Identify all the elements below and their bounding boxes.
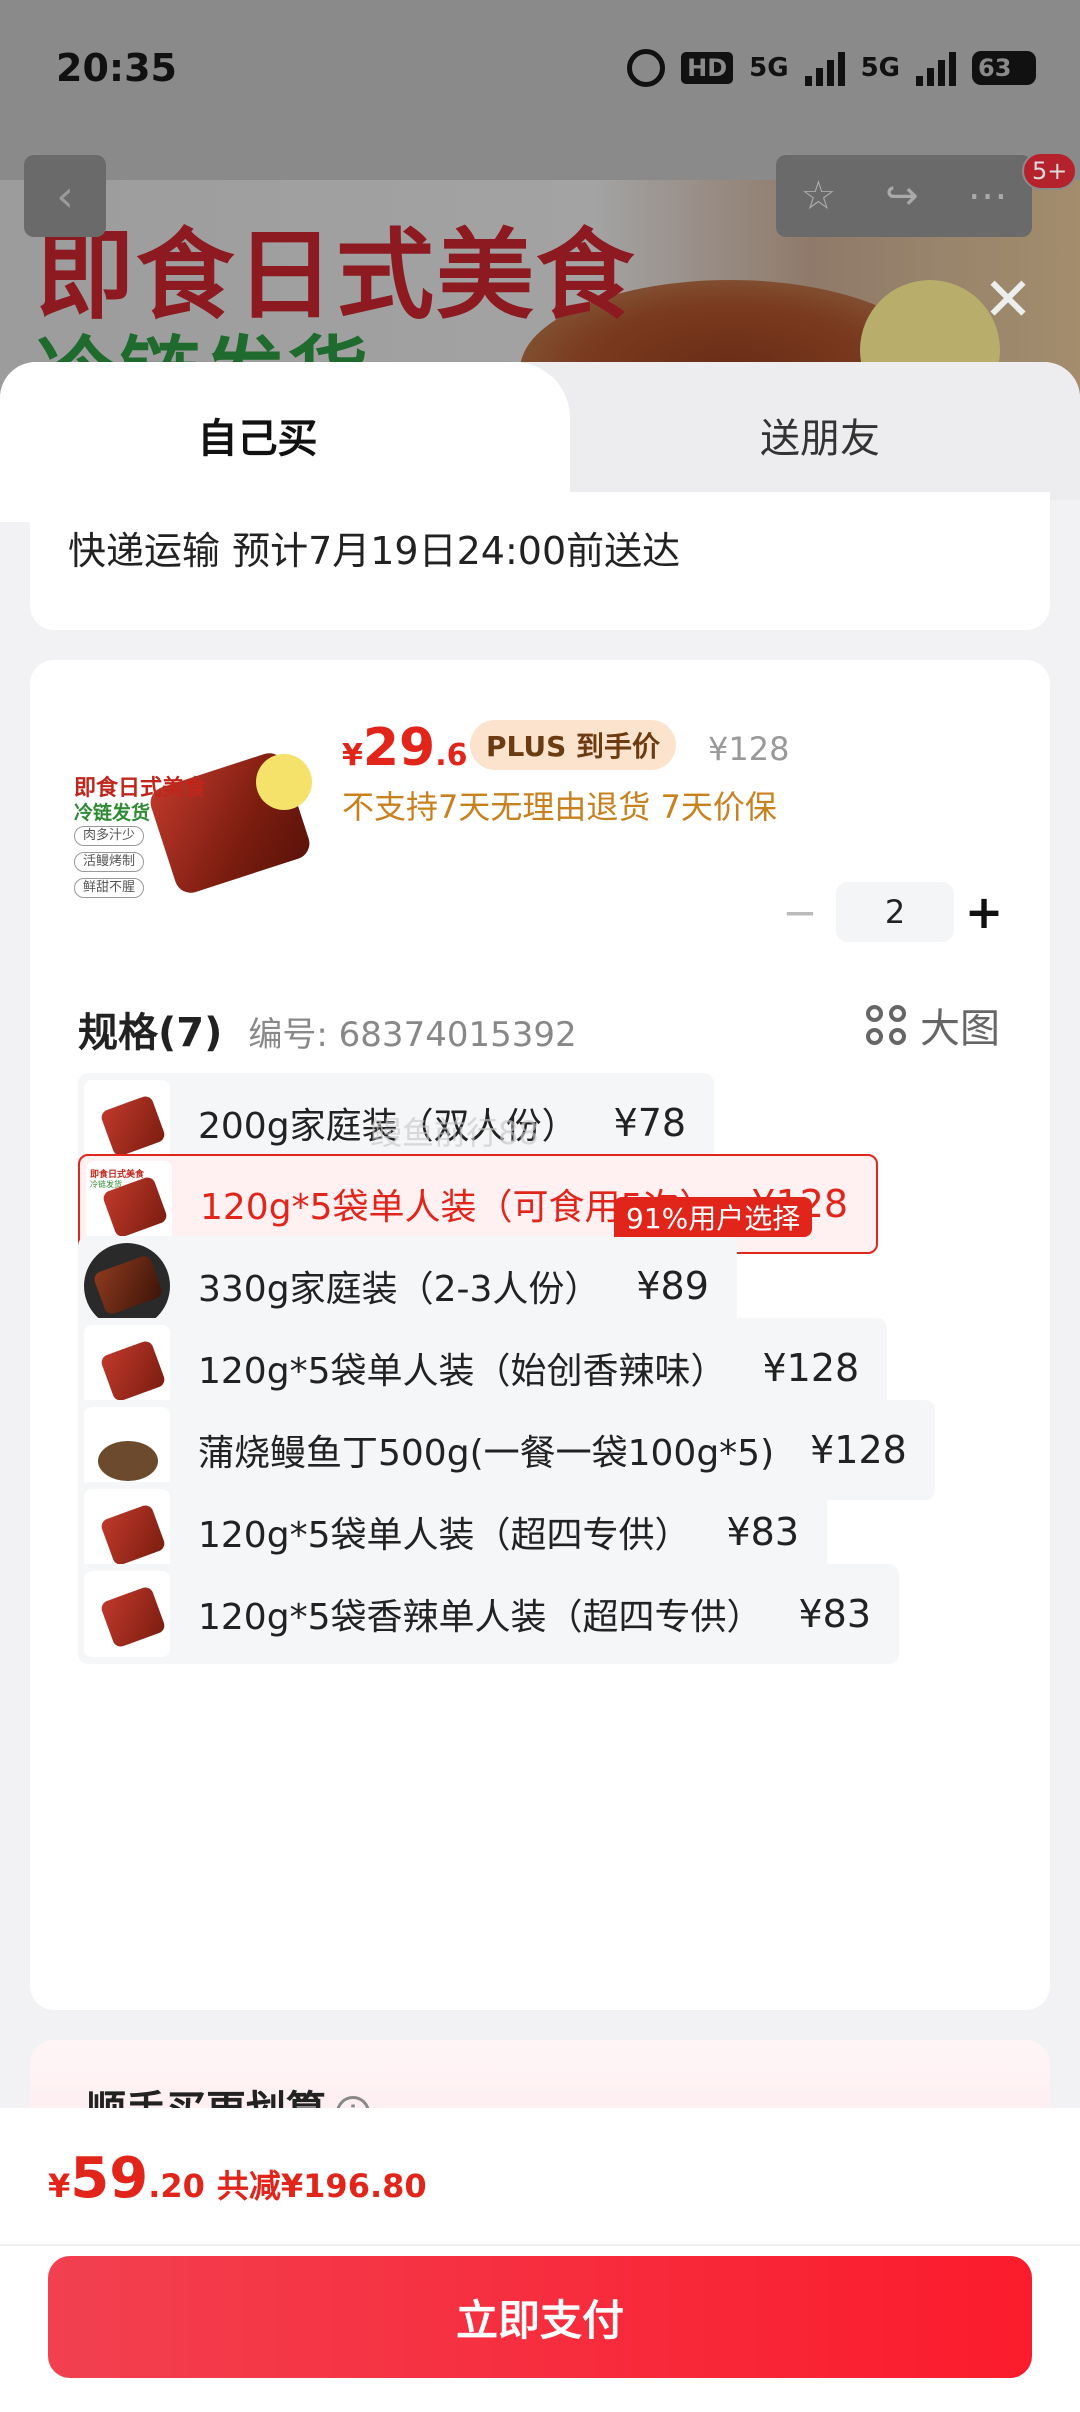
product-card: 即食日式美食 冷链发货 肉多汁少 活鳗烤制 鲜甜不腥 ¥ 29 .6 PLUS … <box>30 660 1050 2010</box>
total-integer: 59 <box>70 2146 149 2211</box>
option-name: 120g*5袋单人装（超四专供） <box>198 1515 691 1556</box>
option-thumbnail <box>84 1407 170 1493</box>
price-integer: 29 <box>362 718 436 778</box>
option-price: ¥89 <box>636 1264 709 1308</box>
battery-icon: 63 <box>972 51 1036 85</box>
option-name: 120g*5袋单人装（始创香辣味） <box>198 1351 727 1392</box>
signal-icon <box>916 50 956 86</box>
signal-icon <box>804 50 845 86</box>
alarm-icon <box>627 49 666 87</box>
checkout-bar: ¥ 59 .20 共减¥196.80 立即支付 <box>0 2108 1080 2412</box>
purchase-sheet: 送朋友 自己买 快递运输 预计7月19日24:00前送达 即食日式美食 冷链发货… <box>0 362 1080 2412</box>
spec-header: 规格(7) 编号: 68374015392 <box>78 1000 577 1058</box>
thumbnail-tag: 肉多汁少 <box>74 826 145 846</box>
spec-title: 规格(7) <box>78 1010 223 1056</box>
hd-icon: HD <box>681 52 734 84</box>
delivery-card[interactable]: 快递运输 预计7月19日24:00前送达 <box>30 492 1050 630</box>
thumbnail-tag: 活鳗烤制 <box>74 852 145 872</box>
product-number: 编号: 68374015392 <box>248 1015 577 1055</box>
delivery-info: 快递运输 预计7月19日24:00前送达 <box>68 529 681 573</box>
big-view-label: 大图 <box>920 1006 1000 1052</box>
original-price: ¥128 <box>708 730 790 768</box>
option-thumbnail: 即食日式美食 冷链发货 <box>86 1161 172 1247</box>
product-thumbnail[interactable]: 即食日式美食 冷链发货 肉多汁少 活鳗烤制 鲜甜不腥 <box>70 728 316 916</box>
option-price: ¥128 <box>810 1428 907 1472</box>
thumbnail-subtitle: 冷链发货 <box>74 802 151 824</box>
product-thumbnail-lemon <box>256 754 312 810</box>
network-label-2: 5G <box>860 53 900 83</box>
option-name: 330g家庭装（2-3人份） <box>198 1269 601 1310</box>
option-name: 120g*5袋香辣单人装（超四专供） <box>198 1597 763 1638</box>
plus-price: ¥ 29 .6 <box>342 718 468 778</box>
close-icon[interactable]: ✕ <box>978 265 1038 335</box>
option-price: ¥83 <box>798 1592 872 1636</box>
option-price: ¥83 <box>726 1510 800 1554</box>
thumbnail-tag: 鲜甜不腥 <box>74 878 145 898</box>
big-view-button[interactable]: 大图 <box>866 996 1000 1054</box>
plus-icon[interactable]: + <box>954 882 1014 942</box>
option-thumbnail <box>84 1325 170 1411</box>
tab-bar: 送朋友 自己买 <box>0 362 1080 522</box>
top-actions: ☆ ↪ ⋯ <box>776 155 1032 237</box>
status-icons: HD 5G 5G 63 <box>627 46 1036 90</box>
message-badge: 5+ <box>1022 152 1078 190</box>
minus-icon[interactable]: − <box>770 882 830 942</box>
total-savings: 共减¥196.80 <box>216 2167 427 2205</box>
watermark: 鳗鱼前行88 <box>370 1114 539 1152</box>
grid-icon <box>866 1005 906 1045</box>
quantity-field[interactable]: 2 <box>836 882 954 942</box>
share-icon[interactable]: ↪ <box>885 173 919 219</box>
total-symbol: ¥ <box>48 2167 71 2205</box>
option-thumbnail <box>84 1243 170 1329</box>
spec-option[interactable]: 120g*5袋香辣单人装（超四专供） ¥83 <box>78 1564 900 1664</box>
option-thumbnail <box>84 1489 170 1575</box>
status-bar: 20:35 HD 5G 5G 63 <box>0 0 1080 140</box>
price-symbol: ¥ <box>342 738 363 773</box>
price-decimal: .6 <box>435 738 468 773</box>
quantity-stepper: − 2 + <box>770 882 1010 942</box>
total-decimal: .20 <box>148 2167 205 2205</box>
pay-now-button[interactable]: 立即支付 <box>48 2256 1032 2378</box>
back-icon: ‹ <box>56 170 74 222</box>
option-price: ¥128 <box>762 1346 860 1390</box>
status-time: 20:35 <box>56 46 177 90</box>
plus-price-badge: PLUS 到手价 <box>470 720 677 770</box>
option-name: 蒲烧鳗鱼丁500g(一餐一袋100g*5) <box>198 1433 775 1474</box>
tab-self-label[interactable]: 自己买 <box>0 406 515 464</box>
divider <box>0 2244 1080 2246</box>
total-price: ¥ 59 .20 共减¥196.80 <box>48 2146 427 2211</box>
tab-gift-label[interactable]: 送朋友 <box>640 406 1000 464</box>
option-price: ¥78 <box>613 1101 687 1145</box>
popular-choice-badge: 91%用户选择 <box>614 1197 813 1237</box>
star-icon[interactable]: ☆ <box>800 173 836 219</box>
network-label-1: 5G <box>749 53 789 83</box>
return-policy: 不支持7天无理由退货 7天价保 <box>342 788 777 826</box>
option-thumbnail <box>84 1571 170 1657</box>
back-button[interactable]: ‹ <box>24 155 106 237</box>
more-icon[interactable]: ⋯ <box>968 173 1008 219</box>
